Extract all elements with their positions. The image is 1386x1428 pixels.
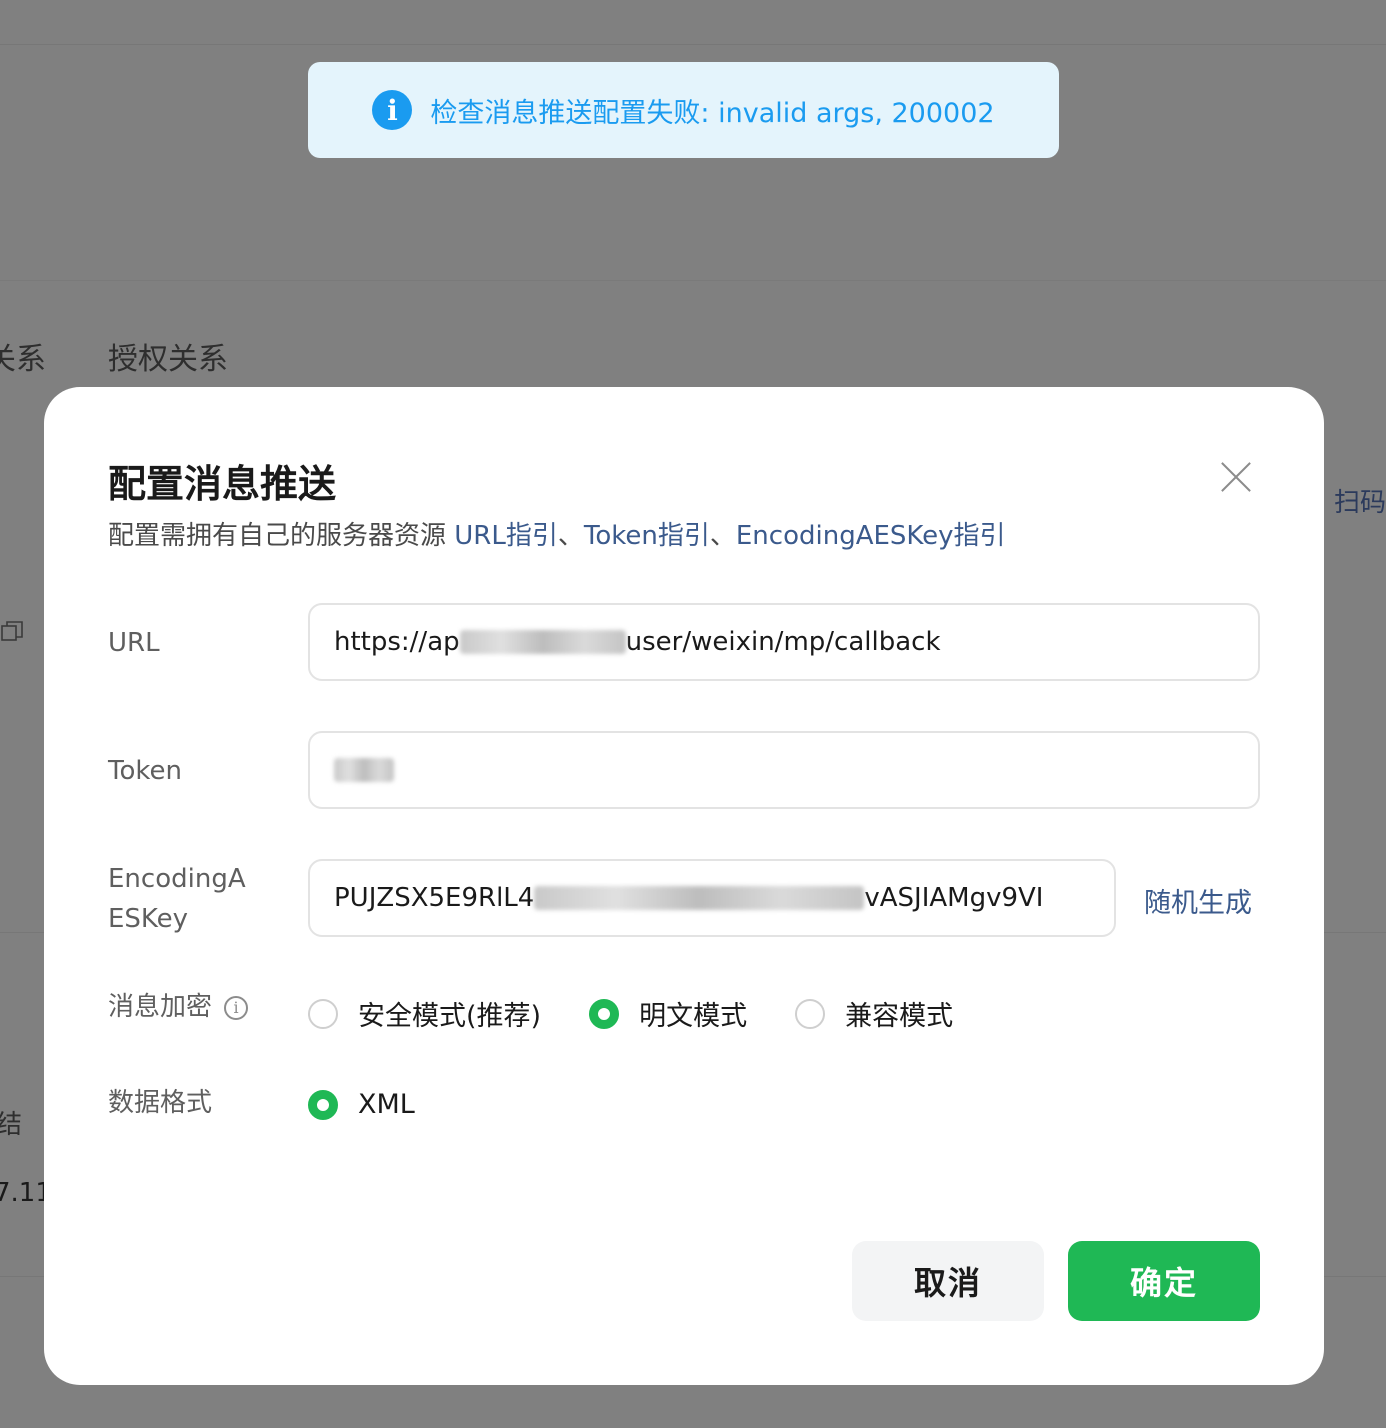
scan-link[interactable]: 扫码 xyxy=(1334,482,1386,519)
encryption-radio-group: 安全模式(推荐) 明文模式 兼容模式 xyxy=(308,994,1001,1033)
tab-relation[interactable]: 关系 xyxy=(0,334,46,378)
aeskey-label-line1: EncodingA xyxy=(108,864,246,894)
token-guide-link[interactable]: Token指引 xyxy=(584,521,710,551)
aeskey-label: EncodingA ESKey xyxy=(108,859,246,939)
toast-message: 检查消息推送配置失败: invalid args, 200002 xyxy=(430,97,995,129)
url-redacted xyxy=(459,630,626,654)
cancel-button[interactable]: 取消 xyxy=(852,1241,1044,1321)
radio-safe-mode[interactable]: 安全模式(推荐) xyxy=(308,994,541,1033)
divider xyxy=(0,44,1386,45)
confirm-button[interactable]: 确定 xyxy=(1068,1241,1260,1321)
aeskey-input[interactable]: PUJZSX5E9RlL4 vASJIAMgv9VI xyxy=(308,859,1116,937)
radio-circle xyxy=(795,998,826,1029)
dialog-title: 配置消息推送 xyxy=(108,462,337,506)
copy-icon[interactable] xyxy=(0,620,24,644)
aeskey-value-end: vASJIAMgv9VI xyxy=(864,883,1044,913)
aeskey-guide-link[interactable]: EncodingAESKey指引 xyxy=(736,521,1006,551)
dialog-subtitle: 配置需拥有自己的服务器资源 URL指引、Token指引、EncodingAESK… xyxy=(108,515,1006,552)
radio-label: XML xyxy=(358,1089,415,1120)
encryption-label-text: 消息加密 xyxy=(108,992,213,1022)
tab-auth-relation[interactable]: 授权关系 xyxy=(108,334,228,378)
token-input[interactable] xyxy=(308,731,1260,809)
radio-label: 明文模式 xyxy=(639,1001,748,1032)
aeskey-label-line2: ESKey xyxy=(108,904,189,934)
radio-circle-checked xyxy=(308,1089,338,1120)
encryption-label: 消息加密 i xyxy=(108,987,249,1027)
aeskey-redacted xyxy=(534,886,865,910)
subtitle-text: 配置需拥有自己的服务器资源 xyxy=(108,521,455,551)
close-icon[interactable] xyxy=(1216,457,1256,497)
radio-circle-checked xyxy=(589,998,620,1029)
url-guide-link[interactable]: URL指引 xyxy=(454,521,558,551)
separator: 、 xyxy=(709,521,736,551)
url-value-end: user/weixin/mp/callback xyxy=(625,627,941,657)
radio-label: 兼容模式 xyxy=(845,1001,954,1032)
separator: 、 xyxy=(557,521,584,551)
data-format-radio-group: XML xyxy=(308,1089,463,1120)
url-value-start: https://ap xyxy=(334,627,460,657)
info-icon[interactable]: i xyxy=(224,995,249,1020)
side-text: 结 xyxy=(0,1110,23,1140)
message-push-config-dialog: 配置消息推送 配置需拥有自己的服务器资源 URL指引、Token指引、Encod… xyxy=(44,387,1324,1385)
random-generate-link[interactable]: 随机生成 xyxy=(1144,881,1252,920)
url-label: URL xyxy=(108,628,160,658)
radio-xml[interactable]: XML xyxy=(308,1089,415,1120)
url-input[interactable]: https://ap user/weixin/mp/callback xyxy=(308,603,1260,681)
token-label: Token xyxy=(108,756,182,786)
radio-compatible-mode[interactable]: 兼容模式 xyxy=(795,994,953,1033)
error-toast: i 检查消息推送配置失败: invalid args, 200002 xyxy=(308,62,1059,158)
radio-label: 安全模式(推荐) xyxy=(358,1001,542,1032)
radio-circle xyxy=(308,998,338,1029)
data-format-label: 数据格式 xyxy=(108,1088,213,1118)
divider xyxy=(0,280,1386,281)
info-icon: i xyxy=(372,90,413,130)
aeskey-value-start: PUJZSX5E9RlL4 xyxy=(334,883,535,913)
token-redacted xyxy=(334,758,394,782)
radio-plaintext-mode[interactable]: 明文模式 xyxy=(589,994,747,1033)
